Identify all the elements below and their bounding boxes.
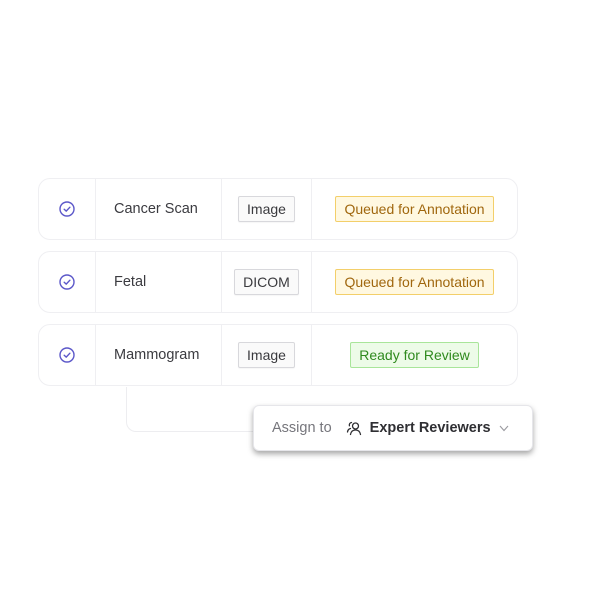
select-cell[interactable]	[39, 179, 96, 239]
check-circle-icon[interactable]	[59, 347, 75, 363]
connector-line	[126, 387, 267, 432]
assign-value: Expert Reviewers	[369, 420, 491, 436]
row-fetal[interactable]: Fetal DICOM Queued for Annotation	[38, 251, 518, 313]
check-circle-icon[interactable]	[59, 274, 75, 290]
type-tag: Image	[238, 196, 295, 222]
dataset-name: Cancer Scan	[96, 179, 222, 239]
people-icon	[346, 421, 361, 436]
assign-dropdown[interactable]: Assign to Expert Reviewers	[253, 405, 533, 451]
row-mammogram[interactable]: Mammogram Image Ready for Review	[38, 324, 518, 386]
chevron-down-icon[interactable]	[499, 423, 509, 433]
select-cell[interactable]	[39, 252, 96, 312]
status-badge: Queued for Annotation	[335, 269, 494, 295]
status-badge: Queued for Annotation	[335, 196, 494, 222]
type-tag: DICOM	[234, 269, 299, 295]
status-badge: Ready for Review	[350, 342, 479, 368]
check-circle-icon[interactable]	[59, 201, 75, 217]
dataset-name: Mammogram	[96, 325, 222, 385]
assign-label: Assign to	[272, 420, 332, 436]
dataset-name: Fetal	[96, 252, 222, 312]
type-tag: Image	[238, 342, 295, 368]
row-cancer-scan[interactable]: Cancer Scan Image Queued for Annotation	[38, 178, 518, 240]
select-cell[interactable]	[39, 325, 96, 385]
